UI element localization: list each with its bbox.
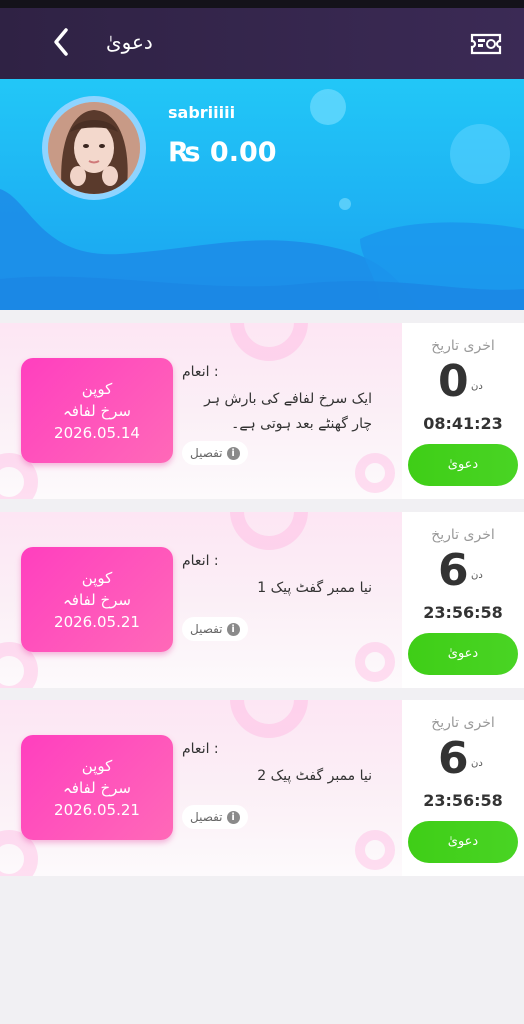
countdown-time: 08:41:23 <box>423 414 503 433</box>
profile-banner: sabriiiii ₨ 0.00 <box>0 79 524 310</box>
reward-label: انعام : <box>182 741 219 757</box>
ticket-icon <box>470 33 502 55</box>
coupon-badge: کوپن سرخ لفافہ 2026.05.21 <box>21 735 173 840</box>
avatar[interactable] <box>48 102 140 194</box>
reward-label: انعام : <box>182 364 219 380</box>
coupon-name: سرخ لفافہ <box>63 591 131 609</box>
coupon-type: کوپن <box>81 569 113 587</box>
detail-label: تفصیل <box>190 622 223 636</box>
decor-ring <box>230 700 308 738</box>
claim-button[interactable]: دعویٰ <box>408 821 518 863</box>
decor-ring <box>355 453 395 493</box>
decor-ring <box>355 642 395 682</box>
coupon-info: کوپن سرخ لفافہ 2026.05.21 انعام : نیا مم… <box>0 512 402 688</box>
days-unit: دن <box>471 570 483 581</box>
coupon-card: کوپن سرخ لفافہ 2026.05.21 انعام : نیا مم… <box>0 700 524 876</box>
claim-button[interactable]: دعویٰ <box>408 633 518 675</box>
page-title: دعویٰ <box>106 30 153 54</box>
deadline-panel: اخری تاریخ 6 دن 23:56:58 دعویٰ <box>402 512 524 688</box>
avatar-image <box>48 102 140 194</box>
coupon-date: 2026.05.21 <box>54 801 140 819</box>
balance: ₨ 0.00 <box>168 137 277 168</box>
coupon-name: سرخ لفافہ <box>63 779 131 797</box>
detail-button[interactable]: تفصیل i <box>182 441 248 465</box>
days-remaining: 6 <box>438 545 469 596</box>
deadline-label: اخری تاریخ <box>431 338 495 354</box>
detail-label: تفصیل <box>190 810 223 824</box>
detail-button[interactable]: تفصیل i <box>182 617 248 641</box>
status-bar <box>0 0 524 8</box>
coupon-badge: کوپن سرخ لفافہ 2026.05.14 <box>21 358 173 463</box>
avatar-frame <box>42 96 146 200</box>
decor-ring <box>230 512 308 550</box>
reward-text: نیا ممبر گفٹ پیک 1 <box>257 580 372 596</box>
coupon-info: کوپن سرخ لفافہ 2026.05.14 انعام : ایک سر… <box>0 323 402 499</box>
reward-text: ایک سرخ لفافے کی بارش ہر چار گھنٹے بعد ہ… <box>204 391 372 432</box>
coupon-badge: کوپن سرخ لفافہ 2026.05.21 <box>21 547 173 652</box>
coupon-card: کوپن سرخ لفافہ 2026.05.21 انعام : نیا مم… <box>0 512 524 688</box>
info-icon: i <box>226 811 240 824</box>
reward-text: نیا ممبر گفٹ پیک 2 <box>257 768 372 784</box>
app-header: دعویٰ <box>0 8 524 79</box>
deadline-label: اخری تاریخ <box>431 527 495 543</box>
decor-ring <box>355 830 395 870</box>
detail-button[interactable]: تفصیل i <box>182 805 248 829</box>
decor-ring <box>230 323 308 361</box>
back-button[interactable] <box>44 20 84 64</box>
coupon-name: سرخ لفافہ <box>63 402 131 420</box>
countdown-time: 23:56:58 <box>423 791 503 810</box>
coupon-date: 2026.05.21 <box>54 613 140 631</box>
days-remaining: 0 <box>438 356 469 407</box>
ticket-button[interactable] <box>468 30 504 58</box>
deadline-label: اخری تاریخ <box>431 715 495 731</box>
days-unit: دن <box>471 758 483 769</box>
deadline-panel: اخری تاریخ 0 دن 08:41:23 دعویٰ <box>402 323 524 499</box>
reward-label: انعام : <box>182 553 219 569</box>
coupon-type: کوپن <box>81 380 113 398</box>
detail-label: تفصیل <box>190 446 223 460</box>
chevron-left-icon <box>54 28 68 56</box>
coupon-info: کوپن سرخ لفافہ 2026.05.21 انعام : نیا مم… <box>0 700 402 876</box>
claim-button[interactable]: دعویٰ <box>408 444 518 486</box>
days-remaining: 6 <box>438 733 469 784</box>
coupon-date: 2026.05.14 <box>54 424 140 442</box>
coupon-type: کوپن <box>81 757 113 775</box>
info-icon: i <box>226 447 240 460</box>
info-icon: i <box>226 623 240 636</box>
coupon-card: کوپن سرخ لفافہ 2026.05.14 انعام : ایک سر… <box>0 323 524 499</box>
days-unit: دن <box>471 381 483 392</box>
username: sabriiiii <box>168 103 236 122</box>
deadline-panel: اخری تاریخ 6 دن 23:56:58 دعویٰ <box>402 700 524 876</box>
countdown-time: 23:56:58 <box>423 603 503 622</box>
